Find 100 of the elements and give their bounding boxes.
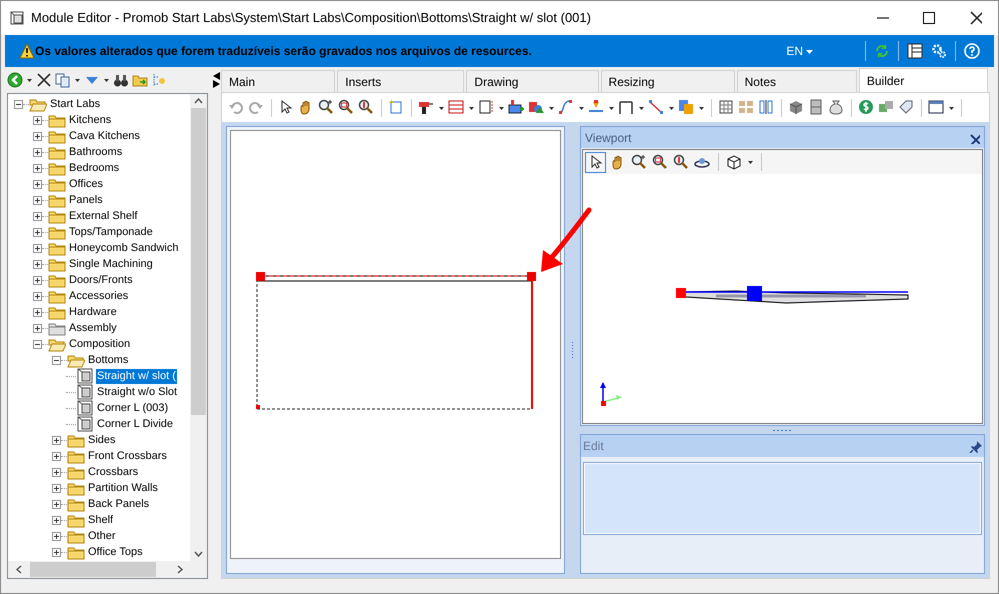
columns-icon[interactable] <box>758 99 775 116</box>
expand-icon[interactable] <box>33 228 42 236</box>
zoom-window-icon[interactable] <box>652 154 669 170</box>
tree-item[interactable]: Partition Walls <box>87 480 159 496</box>
scrollbar-thumb[interactable] <box>30 562 156 577</box>
language-dropdown[interactable]: EN <box>786 42 813 60</box>
pin-icon[interactable] <box>968 439 982 453</box>
tree-item[interactable]: Shelf <box>87 512 114 528</box>
tree-help-icon[interactable] <box>151 72 167 88</box>
zoom-extents-icon[interactable] <box>673 154 690 170</box>
tree-item[interactable]: Kitchens <box>68 112 112 128</box>
panel-edge-icon[interactable] <box>478 99 495 116</box>
cube-icon[interactable] <box>726 154 743 170</box>
tree-item[interactable]: Bedrooms <box>68 160 120 176</box>
expand-icon[interactable] <box>52 468 61 476</box>
panel-rows-icon[interactable] <box>448 99 465 116</box>
tree-item[interactable]: External Shelf <box>68 208 138 224</box>
dollar-icon[interactable] <box>858 99 875 116</box>
tree-item[interactable]: Cava Kitchens <box>68 128 141 144</box>
zoom-window-icon[interactable] <box>338 99 355 116</box>
binoculars-icon[interactable] <box>113 72 129 88</box>
expand-icon[interactable] <box>52 532 61 540</box>
expand-icon[interactable] <box>33 132 42 140</box>
tree-item[interactable]: Offices <box>68 176 104 192</box>
copy-icon[interactable] <box>55 72 71 88</box>
tree-item[interactable]: Office Tops <box>87 544 144 560</box>
tab[interactable]: Notes <box>736 70 857 92</box>
tree-item[interactable]: Doors/Fronts <box>68 272 134 288</box>
collapse-icon[interactable] <box>14 100 23 108</box>
horizontal-scrollbar[interactable] <box>8 561 207 578</box>
expand-icon[interactable] <box>33 180 42 188</box>
tree-item[interactable]: Hardware <box>68 304 118 320</box>
drill-icon[interactable] <box>418 99 435 116</box>
splitter-grip-icon[interactable] <box>571 342 574 358</box>
expand-icon[interactable] <box>52 436 61 444</box>
tree-item[interactable]: Sides <box>87 432 117 448</box>
expand-icon[interactable] <box>52 516 61 524</box>
expand-icon[interactable] <box>33 324 42 332</box>
vertical-scrollbar[interactable] <box>190 94 207 561</box>
collapse-icon[interactable] <box>33 340 42 348</box>
expand-icon[interactable] <box>52 548 61 556</box>
tree-item[interactable]: Straight w/o Slot <box>96 384 178 400</box>
tag-icon[interactable] <box>898 99 915 116</box>
dimension-icon[interactable] <box>618 99 635 116</box>
expand-icon[interactable] <box>33 260 42 268</box>
scrollbar-thumb[interactable] <box>191 108 206 415</box>
tree-item[interactable]: Back Panels <box>87 496 150 512</box>
tree-item[interactable]: Composition <box>68 336 132 352</box>
expand-icon[interactable] <box>33 212 42 220</box>
tab[interactable]: Builder <box>858 68 988 92</box>
tree-item[interactable]: Front Crossbars <box>87 448 168 464</box>
expand-icon[interactable] <box>33 164 42 172</box>
layout-icon[interactable] <box>907 43 923 59</box>
expand-icon[interactable] <box>33 116 42 124</box>
select-tool-button[interactable] <box>585 152 606 172</box>
stack-icon[interactable] <box>678 99 695 116</box>
curve-icon[interactable] <box>558 99 575 116</box>
tree-item[interactable]: Corner L (003) <box>96 400 170 416</box>
help-icon[interactable] <box>964 43 980 59</box>
tree-item[interactable]: Assembly <box>68 320 118 336</box>
tree-item[interactable]: Other <box>87 528 117 544</box>
expand-icon[interactable] <box>33 276 42 284</box>
expand-icon[interactable] <box>33 148 42 156</box>
close-icon[interactable] <box>36 72 52 88</box>
tab[interactable]: Resizing <box>600 70 735 92</box>
zoom-in-icon[interactable] <box>318 99 335 116</box>
tab[interactable]: Main <box>221 70 336 92</box>
tree-item[interactable]: Straight w/ slot ( <box>96 368 177 384</box>
expand-icon[interactable] <box>52 500 61 508</box>
splitter-grip-icon[interactable] <box>772 428 792 432</box>
line-tool-icon[interactable] <box>648 99 665 116</box>
expand-icon[interactable] <box>33 244 42 252</box>
viewport-close-icon[interactable] <box>968 132 980 144</box>
expand-icon[interactable] <box>52 484 61 492</box>
expand-icon[interactable] <box>33 292 42 300</box>
tab[interactable]: Drawing <box>466 70 599 92</box>
expand-icon[interactable] <box>33 196 42 204</box>
tree-item[interactable]: Corner L Divide <box>96 416 174 432</box>
window-icon[interactable] <box>928 99 945 116</box>
expand-icon[interactable] <box>52 452 61 460</box>
tree-item[interactable]: Bathrooms <box>68 144 124 160</box>
zoom-in-icon[interactable] <box>631 154 648 170</box>
collapse-icon[interactable] <box>52 356 61 364</box>
expand-icon[interactable] <box>33 308 42 316</box>
tree-item[interactable]: Start Labs <box>49 96 102 112</box>
money-bag-icon[interactable] <box>828 99 845 116</box>
zoom-extents-icon[interactable] <box>358 99 375 116</box>
tree-item[interactable]: Honeycomb Sandwich <box>68 240 180 256</box>
tree-item[interactable]: Tops/Tamponade <box>68 224 154 240</box>
box-icon[interactable] <box>788 99 805 116</box>
insert-part-icon[interactable] <box>508 99 525 116</box>
shapes-icon[interactable] <box>528 99 545 116</box>
tab[interactable]: Inserts <box>337 70 464 92</box>
tree-item[interactable]: Accessories <box>68 288 130 304</box>
tree-item[interactable]: Bottoms <box>87 352 130 368</box>
tree-item[interactable]: Single Machining <box>68 256 154 272</box>
back-icon[interactable] <box>7 72 23 88</box>
tree-item[interactable]: Crossbars <box>87 464 140 480</box>
grid-settings-icon[interactable] <box>718 99 735 116</box>
tree-item[interactable]: Panels <box>68 192 104 208</box>
